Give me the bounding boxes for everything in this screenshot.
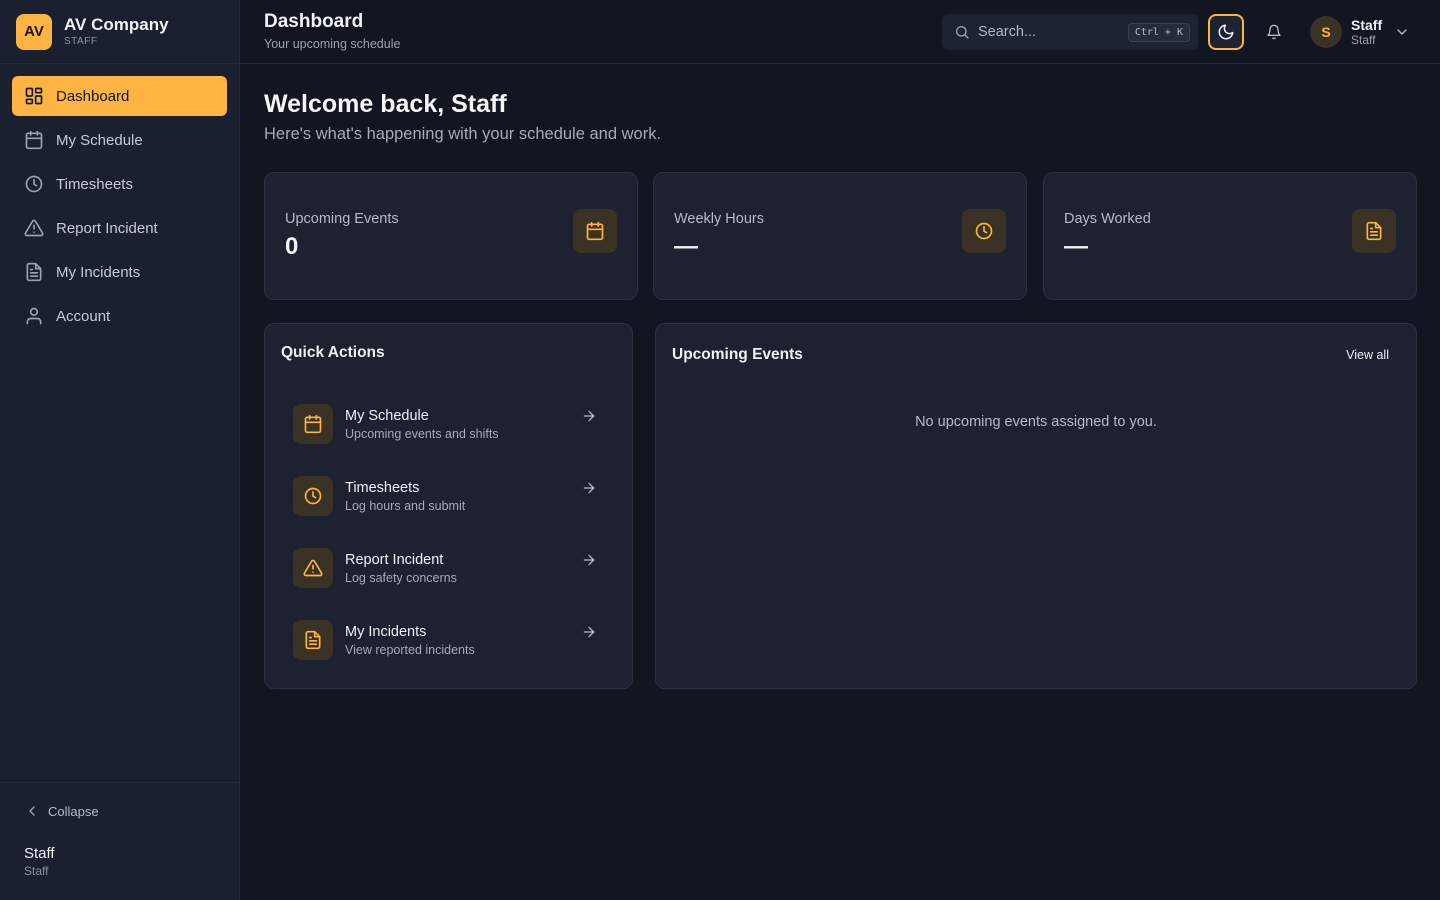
sidebar-item-report-incident[interactable]: Report Incident bbox=[12, 208, 227, 248]
quick-action-my-incidents[interactable]: My Incidents View reported incidents bbox=[281, 612, 617, 668]
search-box[interactable]: Ctrl + K bbox=[942, 14, 1198, 50]
sidebar-item-label: Timesheets bbox=[56, 175, 133, 193]
quick-actions-title: Quick Actions bbox=[281, 344, 385, 361]
calendar-icon bbox=[293, 404, 333, 444]
stat-card-upcoming-events: Upcoming Events 0 bbox=[264, 172, 638, 300]
moon-icon bbox=[1217, 23, 1235, 41]
stat-label: Upcoming Events bbox=[285, 211, 399, 227]
quick-action-desc: Log safety concerns bbox=[345, 570, 457, 585]
arrow-right-icon bbox=[581, 624, 597, 640]
quick-action-desc: View reported incidents bbox=[345, 642, 475, 657]
theme-toggle-button[interactable] bbox=[1208, 14, 1244, 50]
quick-action-timesheets[interactable]: Timesheets Log hours and submit bbox=[281, 468, 617, 524]
top-header: Dashboard Your upcoming schedule Ctrl + … bbox=[240, 0, 1440, 64]
sidebar-nav: Dashboard My Schedule Timesheets Report … bbox=[0, 64, 239, 352]
user-role: Staff bbox=[1351, 32, 1376, 47]
clock-icon bbox=[962, 209, 1006, 253]
sidebar-item-timesheets[interactable]: Timesheets bbox=[12, 164, 227, 204]
arrow-right-icon bbox=[581, 480, 597, 496]
sidebar-item-label: Account bbox=[56, 307, 111, 325]
quick-action-title: Report Incident bbox=[345, 551, 444, 568]
stat-value: — bbox=[674, 233, 698, 260]
document-icon bbox=[1352, 209, 1396, 253]
page-title: Dashboard bbox=[264, 10, 364, 32]
page-subtitle: Your upcoming schedule bbox=[264, 36, 401, 51]
sidebar-footer: Collapse Staff Staff bbox=[0, 782, 239, 900]
sidebar: AV AV Company STAFF Dashboard My Schedul… bbox=[0, 0, 240, 900]
stat-label: Days Worked bbox=[1064, 211, 1151, 227]
sidebar-item-label: My Schedule bbox=[56, 131, 143, 149]
stat-label: Weekly Hours bbox=[674, 211, 764, 227]
view-all-link[interactable]: View all bbox=[1346, 348, 1389, 362]
stat-card-days-worked: Days Worked — bbox=[1043, 172, 1417, 300]
chevron-left-icon bbox=[24, 803, 40, 819]
search-input[interactable] bbox=[978, 24, 1128, 40]
brand: AV AV Company STAFF bbox=[0, 0, 239, 64]
brand-name: AV Company bbox=[64, 14, 169, 34]
document-icon bbox=[24, 262, 44, 282]
quick-action-desc: Upcoming events and shifts bbox=[345, 426, 499, 441]
sidebar-item-dashboard[interactable]: Dashboard bbox=[12, 76, 227, 116]
quick-action-title: My Incidents bbox=[345, 623, 427, 640]
sidebar-item-my-incidents[interactable]: My Incidents bbox=[12, 252, 227, 292]
stats-row: Upcoming Events 0 Weekly Hours — Days Wo… bbox=[264, 172, 1417, 300]
avatar: S bbox=[1310, 16, 1342, 48]
notifications-button[interactable] bbox=[1256, 14, 1292, 50]
stat-card-weekly-hours: Weekly Hours — bbox=[653, 172, 1027, 300]
warning-triangle-icon bbox=[293, 548, 333, 588]
sidebar-item-label: Dashboard bbox=[56, 87, 130, 105]
welcome-title: Welcome back, Staff bbox=[264, 90, 507, 118]
brand-logo: AV bbox=[16, 13, 52, 50]
user-menu[interactable]: S Staff Staff bbox=[1310, 16, 1410, 48]
calendar-icon bbox=[573, 209, 617, 253]
document-icon bbox=[293, 620, 333, 660]
dashboard-grid-icon bbox=[24, 86, 44, 106]
sidebar-item-label: Report Incident bbox=[56, 219, 158, 237]
collapse-label: Collapse bbox=[48, 803, 99, 819]
quick-action-report-incident[interactable]: Report Incident Log safety concerns bbox=[281, 540, 617, 596]
sidebar-user-name: Staff bbox=[24, 845, 55, 862]
clock-icon bbox=[24, 174, 44, 194]
stat-value: 0 bbox=[285, 233, 299, 260]
upcoming-events-title: Upcoming Events bbox=[672, 346, 803, 363]
stat-value: — bbox=[1064, 233, 1088, 260]
quick-actions-card: Quick Actions My Schedule Upcoming event… bbox=[264, 323, 633, 689]
quick-action-my-schedule[interactable]: My Schedule Upcoming events and shifts bbox=[281, 396, 617, 452]
quick-action-desc: Log hours and submit bbox=[345, 498, 466, 513]
upcoming-events-card: Upcoming Events View all No upcoming eve… bbox=[655, 323, 1417, 689]
bell-icon bbox=[1266, 24, 1282, 40]
welcome-subtitle: Here's what's happening with your schedu… bbox=[264, 125, 662, 143]
search-icon bbox=[954, 24, 970, 40]
calendar-icon bbox=[24, 130, 44, 150]
arrow-right-icon bbox=[581, 408, 597, 424]
quick-action-title: Timesheets bbox=[345, 479, 420, 496]
main-content: Welcome back, Staff Here's what's happen… bbox=[264, 88, 1417, 689]
sidebar-item-my-schedule[interactable]: My Schedule bbox=[12, 120, 227, 160]
sidebar-item-label: My Incidents bbox=[56, 263, 141, 281]
arrow-right-icon bbox=[581, 552, 597, 568]
chevron-down-icon bbox=[1394, 24, 1410, 40]
user-name: Staff bbox=[1351, 16, 1383, 33]
user-icon bbox=[24, 306, 44, 326]
sidebar-user-role: Staff bbox=[24, 864, 49, 878]
quick-action-title: My Schedule bbox=[345, 407, 429, 424]
brand-role: STAFF bbox=[64, 35, 98, 47]
warning-triangle-icon bbox=[24, 218, 44, 238]
collapse-button[interactable]: Collapse bbox=[24, 803, 215, 819]
search-shortcut-hint: Ctrl + K bbox=[1127, 23, 1190, 42]
clock-icon bbox=[293, 476, 333, 516]
empty-state-message: No upcoming events assigned to you. bbox=[915, 414, 1157, 430]
sidebar-item-account[interactable]: Account bbox=[12, 296, 227, 336]
sidebar-user: Staff Staff bbox=[24, 845, 215, 879]
